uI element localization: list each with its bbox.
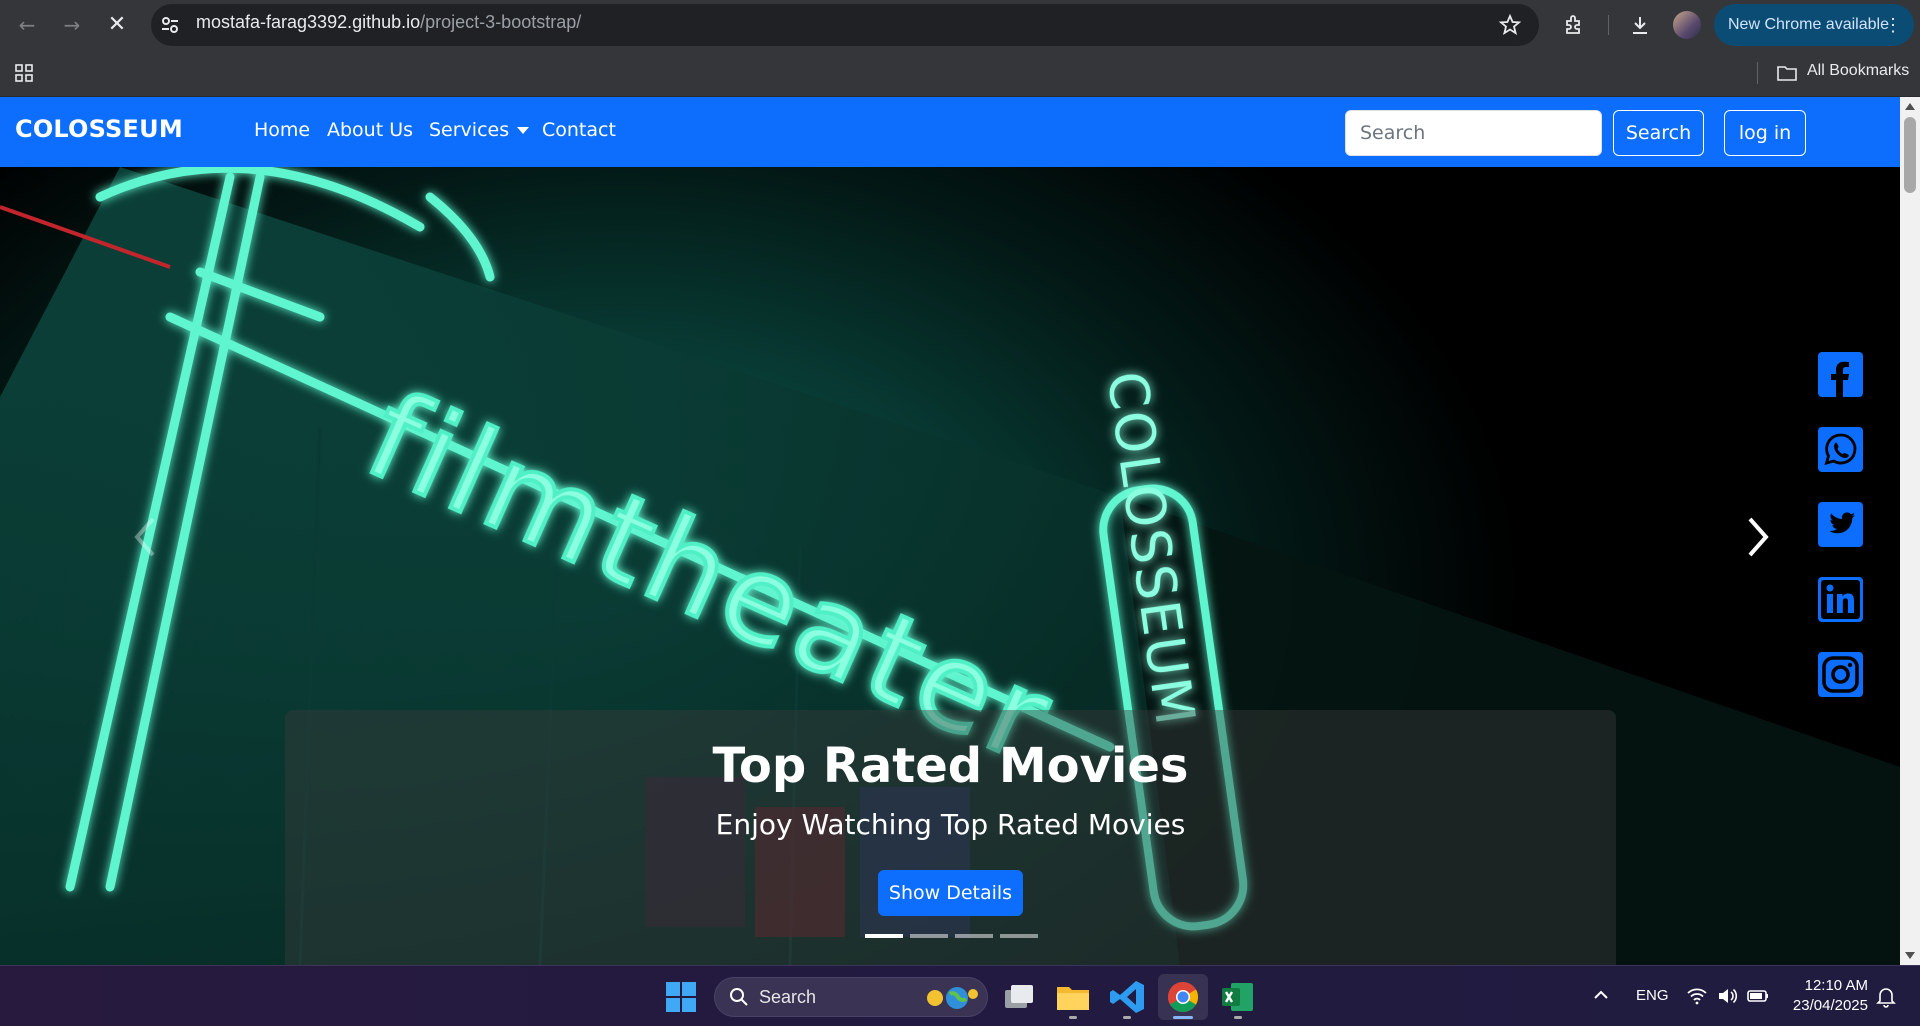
- nav-contact[interactable]: Contact: [542, 119, 616, 141]
- login-button[interactable]: log in: [1724, 110, 1806, 156]
- facebook-icon[interactable]: [1818, 352, 1863, 397]
- back-button[interactable]: ←: [13, 11, 41, 39]
- caption-title: Top Rated Movies: [712, 738, 1189, 794]
- carousel-prev-icon[interactable]: [125, 507, 165, 567]
- hero-carousel: filmtheater COLOSSEUM Top Rated Movies E…: [0, 167, 1900, 965]
- vscode-icon[interactable]: [1106, 976, 1148, 1018]
- running-indicator: [1123, 1016, 1131, 1019]
- forward-button[interactable]: →: [58, 11, 86, 39]
- linkedin-icon[interactable]: [1818, 577, 1863, 622]
- chrome-icon[interactable]: [1162, 976, 1204, 1018]
- stop-loading-button[interactable]: ✕: [103, 11, 131, 39]
- caption-subtitle: Enjoy Watching Top Rated Movies: [715, 808, 1186, 841]
- carousel-indicator[interactable]: [865, 934, 903, 938]
- carousel-indicator[interactable]: [955, 934, 993, 938]
- search-icon: [730, 988, 748, 1006]
- scroll-down-icon[interactable]: [1905, 952, 1915, 959]
- new-chrome-available-button[interactable]: New Chrome available ⋮: [1714, 4, 1914, 46]
- extensions-icon[interactable]: [1562, 13, 1586, 37]
- apps-grid-icon[interactable]: [14, 63, 34, 83]
- site-search-input[interactable]: [1345, 110, 1602, 156]
- file-explorer-icon[interactable]: [1052, 976, 1094, 1018]
- new-chrome-label: New Chrome available: [1728, 16, 1889, 33]
- browser-toolbar: ← → ✕ mostafa-farag3392.github.io/projec…: [0, 0, 1920, 50]
- profile-avatar[interactable]: [1673, 11, 1701, 39]
- site-info-icon[interactable]: [160, 15, 180, 35]
- search-button[interactable]: Search: [1613, 110, 1704, 156]
- windows-start-icon[interactable]: [660, 976, 702, 1018]
- battery-icon[interactable]: [1746, 987, 1770, 1005]
- whatsapp-icon[interactable]: [1818, 427, 1863, 472]
- clock-time: 12:10 AM: [1804, 977, 1868, 994]
- active-indicator: [1173, 1016, 1193, 1019]
- page-scrollbar[interactable]: [1900, 97, 1920, 965]
- carousel-next-icon[interactable]: [1738, 507, 1778, 567]
- instagram-icon[interactable]: [1818, 652, 1863, 697]
- clock-date: 23/04/2025: [1792, 997, 1868, 1014]
- wifi-icon[interactable]: [1686, 987, 1708, 1005]
- chevron-up-icon[interactable]: [1592, 988, 1610, 1002]
- brand-logo[interactable]: COLOSSEUM: [15, 115, 183, 143]
- site-navbar: COLOSSEUM Home About Us Services Contact…: [0, 97, 1900, 167]
- taskbar-search-label: Search: [759, 987, 817, 1007]
- bookmarks-bar: All Bookmarks: [0, 50, 1920, 97]
- scroll-thumb[interactable]: [1904, 117, 1916, 193]
- nav-home[interactable]: Home: [254, 119, 310, 141]
- excel-icon[interactable]: [1217, 976, 1259, 1018]
- running-indicator: [1069, 1016, 1077, 1019]
- clock[interactable]: 12:10 AM 23/04/2025: [1788, 976, 1868, 1016]
- all-bookmarks-link[interactable]: All Bookmarks: [1807, 62, 1909, 80]
- task-view-icon[interactable]: [997, 976, 1039, 1018]
- volume-icon[interactable]: [1716, 986, 1738, 1006]
- page-viewport: COLOSSEUM Home About Us Services Contact…: [0, 97, 1900, 965]
- taskbar-search-box[interactable]: Search: [714, 977, 988, 1017]
- url-text[interactable]: mostafa-farag3392.github.io/project-3-bo…: [196, 12, 581, 33]
- chrome-menu-icon[interactable]: ⋮: [1884, 4, 1902, 46]
- toolbar-divider: [1608, 15, 1609, 35]
- bookmark-star-icon[interactable]: [1498, 13, 1522, 37]
- nav-services[interactable]: Services: [429, 119, 530, 141]
- notification-bell-icon[interactable]: [1876, 986, 1896, 1008]
- bookmarks-divider: [1757, 62, 1758, 84]
- downloads-icon[interactable]: [1628, 13, 1652, 37]
- nav-about[interactable]: About Us: [327, 119, 413, 141]
- show-details-button[interactable]: Show Details: [878, 870, 1023, 916]
- scroll-up-icon[interactable]: [1905, 103, 1915, 110]
- language-indicator[interactable]: ENG: [1636, 987, 1669, 1004]
- caret-down-icon: [517, 127, 530, 134]
- twitter-icon[interactable]: [1818, 502, 1863, 547]
- windows-taskbar: Search ENG 12:10 AM 23/04/2025: [0, 965, 1920, 1026]
- earth-day-icon: [927, 987, 978, 1009]
- nav-services-label: Services: [429, 119, 510, 141]
- folder-icon[interactable]: [1776, 62, 1798, 84]
- carousel-caption: Top Rated Movies Enjoy Watching Top Rate…: [285, 710, 1616, 965]
- running-indicator: [1234, 1016, 1242, 1019]
- carousel-indicator[interactable]: [910, 934, 948, 938]
- carousel-indicator[interactable]: [1000, 934, 1038, 938]
